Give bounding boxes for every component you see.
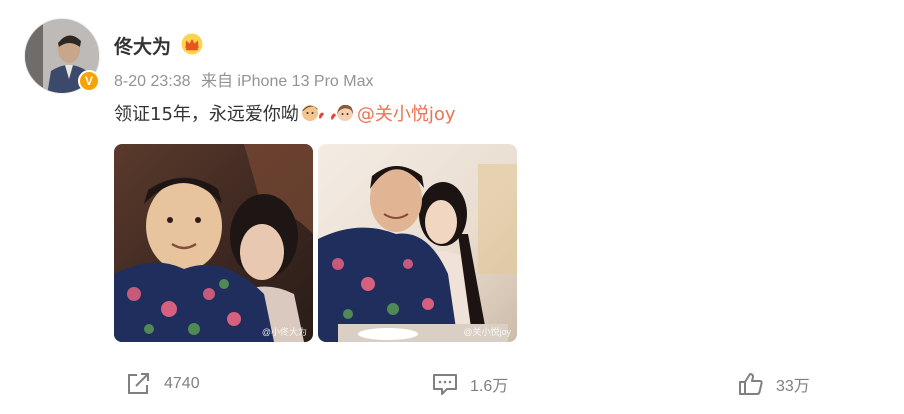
comment-icon bbox=[433, 374, 457, 395]
post-meta: 8-20 23:38 来自 iPhone 13 Pro Max bbox=[114, 67, 380, 91]
image-watermark-2: @关小悦joy bbox=[463, 327, 511, 337]
post-source: 来自 iPhone 13 Pro Max bbox=[200, 73, 374, 90]
couple-emoji-icon-2 bbox=[330, 104, 353, 121]
like-button[interactable]: 33万 bbox=[738, 372, 810, 396]
post-timestamp[interactable]: 8-20 23:38 bbox=[114, 73, 191, 90]
crown-icon[interactable] bbox=[181, 33, 203, 55]
repost-button[interactable]: 4740 bbox=[126, 372, 200, 396]
post-image-2[interactable]: @关小悦joy bbox=[318, 144, 517, 342]
mention-link[interactable]: @关小悦joy bbox=[357, 100, 456, 126]
couple-emoji-icon bbox=[301, 105, 324, 121]
post-photo-2 bbox=[318, 144, 517, 342]
author-name[interactable]: 佟大为 bbox=[114, 32, 171, 59]
post-image-1[interactable]: @小佟大为 bbox=[114, 144, 313, 342]
post-text: 领证15年，永远爱你呦 @关小悦joy bbox=[114, 100, 456, 126]
thumbs-up-icon bbox=[739, 373, 763, 395]
repost-count: 4740 bbox=[164, 375, 200, 392]
share-icon bbox=[128, 373, 149, 394]
image-watermark-1: @小佟大为 bbox=[261, 327, 307, 337]
post-photo-1 bbox=[114, 144, 313, 342]
post-body-text: 领证15年，永远爱你呦 bbox=[114, 104, 299, 125]
verified-badge: V bbox=[78, 70, 100, 92]
comment-button[interactable]: 1.6万 bbox=[432, 372, 508, 396]
comment-count: 1.6万 bbox=[470, 378, 509, 395]
like-count: 33万 bbox=[776, 378, 810, 395]
